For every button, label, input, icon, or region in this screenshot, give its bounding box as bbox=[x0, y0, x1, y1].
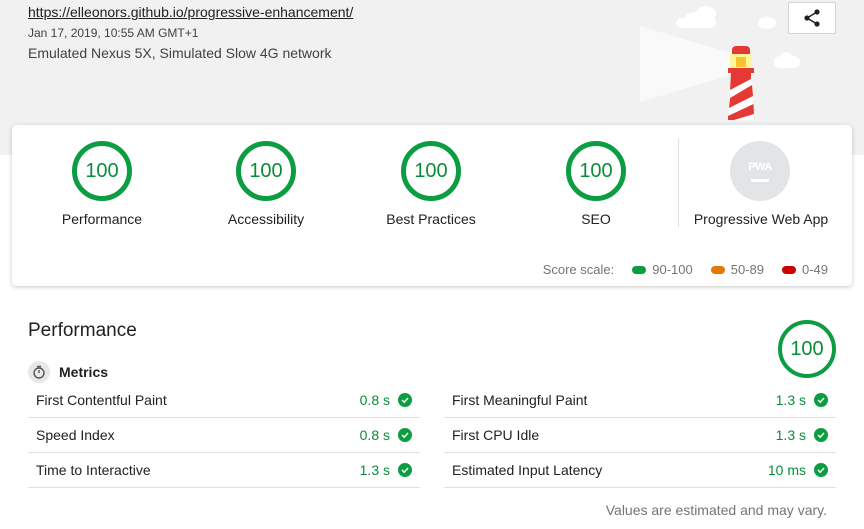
pass-check-icon bbox=[814, 393, 828, 407]
average-range-dot bbox=[710, 265, 725, 274]
metric-name: First Meaningful Paint bbox=[452, 392, 588, 408]
performance-section-title: Performance bbox=[28, 320, 137, 341]
metric-name: Estimated Input Latency bbox=[452, 462, 603, 478]
share-button[interactable] bbox=[788, 2, 836, 34]
pass-check-icon bbox=[398, 428, 412, 442]
estimate-note: Values are estimated and may vary. bbox=[605, 502, 827, 518]
pass-check-icon bbox=[398, 393, 412, 407]
metric-value: 10 ms bbox=[768, 462, 828, 478]
metric-row: Time to Interactive 1.3 s bbox=[28, 453, 420, 488]
fail-range-dot bbox=[781, 265, 796, 274]
share-icon bbox=[804, 9, 820, 27]
score-scale-label: Score scale: bbox=[542, 262, 615, 277]
accessibility-score-gauge[interactable]: 100 bbox=[236, 141, 296, 201]
score-summary-card: 100 Performance 100 Accessibility 100 Be… bbox=[12, 125, 852, 286]
pass-check-icon bbox=[814, 428, 828, 442]
pass-range-dot bbox=[632, 265, 647, 274]
fail-range-text: 0-49 bbox=[801, 262, 828, 277]
report-date: Jan 17, 2019, 10:55 AM GMT+1 bbox=[28, 26, 199, 40]
pass-range-text: 90-100 bbox=[652, 262, 693, 277]
metric-row: First Meaningful Paint 1.3 s bbox=[444, 383, 836, 418]
best-practices-score-gauge[interactable]: 100 bbox=[401, 141, 461, 201]
performance-score-gauge[interactable]: 100 bbox=[72, 141, 132, 201]
performance-section-gauge: 100 bbox=[778, 320, 836, 378]
metric-value: 0.8 s bbox=[360, 392, 412, 408]
seo-score-gauge[interactable]: 100 bbox=[566, 141, 626, 201]
pwa-label[interactable]: Progressive Web App bbox=[681, 211, 841, 227]
pass-check-icon bbox=[814, 463, 828, 477]
metric-value: 1.3 s bbox=[776, 427, 828, 443]
performance-label[interactable]: Performance bbox=[22, 211, 182, 227]
metric-name: Speed Index bbox=[36, 427, 115, 443]
pass-check-icon bbox=[398, 463, 412, 477]
category-divider bbox=[678, 139, 679, 227]
emulation-info: Emulated Nexus 5X, Simulated Slow 4G net… bbox=[28, 45, 332, 61]
lighthouse-icon bbox=[640, 26, 754, 120]
pwa-dash bbox=[751, 178, 769, 182]
metric-row: Speed Index 0.8 s bbox=[28, 418, 420, 453]
metric-value: 1.3 s bbox=[776, 392, 828, 408]
metrics-header: Metrics bbox=[28, 361, 108, 383]
timer-icon bbox=[28, 361, 50, 383]
pwa-badge-icon[interactable]: PWA bbox=[730, 141, 790, 201]
metric-row: First Contentful Paint 0.8 s bbox=[28, 383, 420, 418]
score-scale-legend: Score scale: 90-100 50-89 0-49 bbox=[543, 262, 828, 277]
metric-name: First Contentful Paint bbox=[36, 392, 167, 408]
metric-row: First CPU Idle 1.3 s bbox=[444, 418, 836, 453]
average-range-text: 50-89 bbox=[730, 262, 764, 277]
best-practices-label[interactable]: Best Practices bbox=[351, 211, 511, 227]
pwa-badge-text: PWA bbox=[748, 160, 772, 173]
page-url-link[interactable]: https://elleonors.github.io/progressive-… bbox=[28, 4, 353, 20]
accessibility-label[interactable]: Accessibility bbox=[186, 211, 346, 227]
metric-name: Time to Interactive bbox=[36, 462, 151, 478]
metric-row: Estimated Input Latency 10 ms bbox=[444, 453, 836, 488]
metrics-title: Metrics bbox=[59, 364, 109, 380]
metric-value: 0.8 s bbox=[360, 427, 412, 443]
metric-value: 1.3 s bbox=[360, 462, 412, 478]
seo-label[interactable]: SEO bbox=[516, 211, 676, 227]
metric-name: First CPU Idle bbox=[452, 427, 540, 443]
